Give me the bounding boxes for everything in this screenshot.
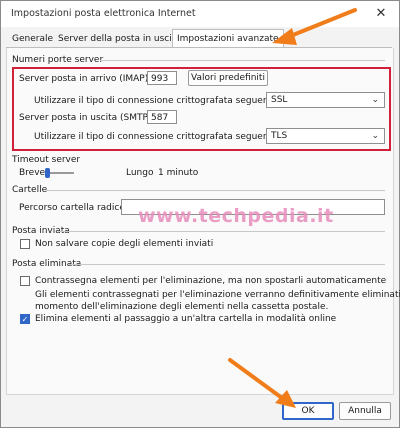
arrow-to-tab-icon (272, 8, 357, 45)
annotation-arrows (228, 8, 357, 408)
arrow-to-ok-icon (228, 358, 296, 408)
